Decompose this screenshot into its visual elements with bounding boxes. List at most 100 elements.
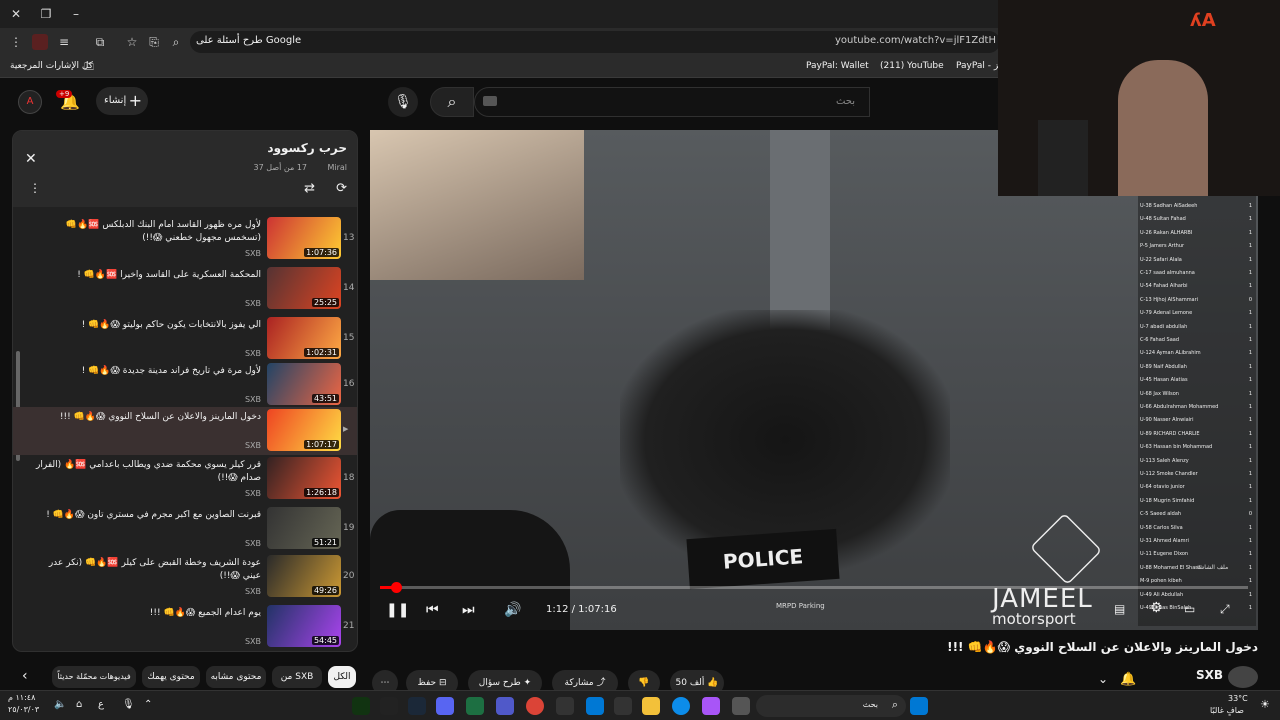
chips-scroll-left-icon[interactable]: ‹ xyxy=(22,668,28,684)
network-icon[interactable]: ⌂ xyxy=(76,699,82,710)
chip-from-sxb[interactable]: من SXB xyxy=(272,666,322,688)
scrubber-handle[interactable] xyxy=(391,582,402,593)
omnibox[interactable]: طرح أسئلة على Google youtube.com/watch?v… xyxy=(190,31,1000,53)
omnibox-ask-google[interactable]: طرح أسئلة على Google xyxy=(196,35,301,46)
playlist-item-current[interactable]: دخول المارينز والاعلان عن السلاح النووي … xyxy=(13,407,357,455)
pause-icon[interactable]: ❚❚ xyxy=(386,602,409,618)
chip-all[interactable]: الكل xyxy=(328,666,356,688)
clock-time[interactable]: ١١:٤٨ م xyxy=(8,693,35,702)
settings-gear-icon[interactable]: ⚙ xyxy=(1150,600,1163,616)
chip-related[interactable]: محتوى مشابه xyxy=(206,666,266,688)
avatar[interactable]: A xyxy=(18,90,42,114)
extension-icon[interactable] xyxy=(32,34,48,50)
screenshot-icon[interactable]: ⎘ xyxy=(146,34,162,50)
app-icon[interactable] xyxy=(556,697,574,715)
taskbar-search-input[interactable]: بحث ⌕ xyxy=(756,695,906,717)
all-bookmarks-label[interactable]: كل الإشارات المرجعية xyxy=(10,61,93,71)
steam-icon[interactable] xyxy=(408,697,426,715)
zoom-icon[interactable]: ⌕ xyxy=(168,34,184,50)
weather-text[interactable]: صافٍ غالبًا xyxy=(1210,706,1244,715)
playlist-item[interactable]: قرر كيلر يسوي محكمة ضدي ويطالب باعدامي 🆘… xyxy=(13,455,357,503)
duration: 54:45 xyxy=(311,636,339,645)
video-thumbnail[interactable]: 1:02:31 xyxy=(267,317,341,359)
chevron-down-icon[interactable]: ⌄ xyxy=(1098,672,1108,686)
scoreboard-row: U-31 Ahmed Alamri 1 xyxy=(1140,538,1252,544)
video-thumbnail[interactable]: 1:07:17 xyxy=(267,409,341,451)
playlist-title[interactable]: حرب ركسوود xyxy=(267,141,347,155)
chip-for-you[interactable]: محتوى يهمك xyxy=(142,666,200,688)
app-icon[interactable] xyxy=(380,697,398,715)
discord-icon[interactable] xyxy=(436,697,454,715)
volume-icon[interactable]: 🔊 xyxy=(504,602,521,618)
create-button[interactable]: إنشاء + xyxy=(96,87,148,115)
video-player[interactable]: POLICE JAMEEL motorsport U-38 Sadhan AlS… xyxy=(370,130,1258,630)
keyboard-icon[interactable] xyxy=(483,96,497,106)
subscribe-bell-icon[interactable]: 🔔 xyxy=(1120,672,1136,687)
playlist-item[interactable]: لأول مره ظهور القاسد امام البنك الدبلكس … xyxy=(13,215,357,263)
search-input[interactable]: بحث xyxy=(474,87,870,117)
mail-icon[interactable] xyxy=(586,697,604,715)
language-indicator[interactable]: ع xyxy=(98,699,104,710)
clock-date[interactable]: ٢٥/٠٣/٠٣ xyxy=(8,705,39,714)
fullscreen-icon[interactable]: ⤢ xyxy=(1220,602,1230,617)
app-icon[interactable] xyxy=(614,697,632,715)
mic-tray-icon[interactable]: 🎙 xyxy=(122,699,135,710)
shuffle-icon[interactable]: ⇄ xyxy=(304,181,315,196)
progress-bar[interactable] xyxy=(380,582,1248,593)
bookmark-youtube[interactable]: (211) YouTube xyxy=(880,61,944,71)
playlist-item[interactable]: قبرنت الصاوين مع اكبر مجرم في مستري تاون… xyxy=(13,505,357,553)
playlist-item[interactable]: المحكمة العسكرية على القاسد واخيرا 🆘🔥👊 !… xyxy=(13,265,357,313)
theater-mode-icon[interactable]: ▭ xyxy=(1184,602,1195,616)
bookmark-paypal-wallet[interactable]: PayPal: Wallet xyxy=(806,61,869,71)
media-control-icon[interactable]: ≡ xyxy=(56,34,72,50)
playlist-item[interactable]: يوم اعدام الجميع 😱🔥👊 !!! SXB 54:45 21 xyxy=(13,603,357,651)
temperature[interactable]: 33°C xyxy=(1228,694,1248,703)
playlist-channel[interactable]: Miral xyxy=(327,163,347,172)
video-thumbnail[interactable]: 54:45 xyxy=(267,605,341,647)
chrome-icon[interactable] xyxy=(526,697,544,715)
video-thumbnail[interactable]: 43:51 xyxy=(267,363,341,405)
next-icon[interactable]: ⏭ xyxy=(462,602,475,618)
video-thumbnail[interactable]: 25:25 xyxy=(267,267,341,309)
close-playlist-icon[interactable]: ✕ xyxy=(25,151,37,167)
streamer-cam xyxy=(370,130,584,280)
video-thumbnail[interactable]: 1:07:36 xyxy=(267,217,341,259)
teams-icon[interactable] xyxy=(496,697,514,715)
video-thumbnail[interactable]: 49:26 xyxy=(267,555,341,597)
speaker-icon[interactable]: 🔈 xyxy=(54,699,66,710)
more-options-icon[interactable]: ⋮ xyxy=(29,181,41,195)
browser-menu-icon[interactable]: ⋮ xyxy=(8,34,24,50)
edge-icon[interactable] xyxy=(672,697,690,715)
loop-icon[interactable]: ⟳ xyxy=(336,181,347,196)
video-thumbnail[interactable]: 1:26:18 xyxy=(267,457,341,499)
search-icon[interactable]: ⌕ xyxy=(430,87,474,117)
restore-window-icon[interactable]: ❐ xyxy=(38,6,54,22)
extensions-puzzle-icon[interactable]: ⧉ xyxy=(92,34,108,50)
playlist-item[interactable]: الي يفوز بالانتخابات يكون حاكم بوليتو 😱🔥… xyxy=(13,315,357,363)
channel-avatar[interactable] xyxy=(1228,666,1258,688)
close-window-icon[interactable]: ✕ xyxy=(8,6,24,22)
chip-recently-uploaded[interactable]: فيديوهات محمّلة حديثاً xyxy=(52,666,136,688)
tray-overflow-icon[interactable]: ⌃ xyxy=(144,699,152,710)
video-thumbnail[interactable]: 51:21 xyxy=(267,507,341,549)
url-text[interactable]: youtube.com/watch?v=jlF1ZdtH xyxy=(835,35,996,46)
windows-start-icon[interactable] xyxy=(910,697,928,715)
task-view-icon[interactable] xyxy=(732,697,750,715)
playlist-item[interactable]: عودة الشريف وخطة القبض على كيلر 🆘🔥👊 (نكر… xyxy=(13,553,357,601)
channel-name[interactable]: SXB xyxy=(1196,668,1223,682)
playlist-item[interactable]: لأول مرة في تاريخ فراند مدينة جديدة 😱🔥👊 … xyxy=(13,361,357,409)
create-label: إنشاء xyxy=(104,95,127,106)
bookmark-star-icon[interactable]: ☆ xyxy=(124,34,140,50)
webcam-overlay: ʎA xyxy=(998,0,1280,196)
minimize-window-icon[interactable]: – xyxy=(68,6,84,22)
voice-search-icon[interactable]: 🎙 xyxy=(388,87,418,117)
playlist-item-channel: SXB xyxy=(244,299,261,308)
playlist-item-channel: SXB xyxy=(244,587,261,596)
excel-icon[interactable] xyxy=(466,697,484,715)
copilot-icon[interactable] xyxy=(702,697,720,715)
previous-icon[interactable]: ⏮ xyxy=(426,602,439,618)
playlist-item-title: الي يفوز بالانتخابات يكون حاكم بوليتو 😱🔥… xyxy=(81,320,261,330)
app-icon[interactable] xyxy=(352,697,370,715)
subtitles-icon[interactable]: ▤ xyxy=(1114,602,1125,616)
file-explorer-icon[interactable] xyxy=(642,697,660,715)
